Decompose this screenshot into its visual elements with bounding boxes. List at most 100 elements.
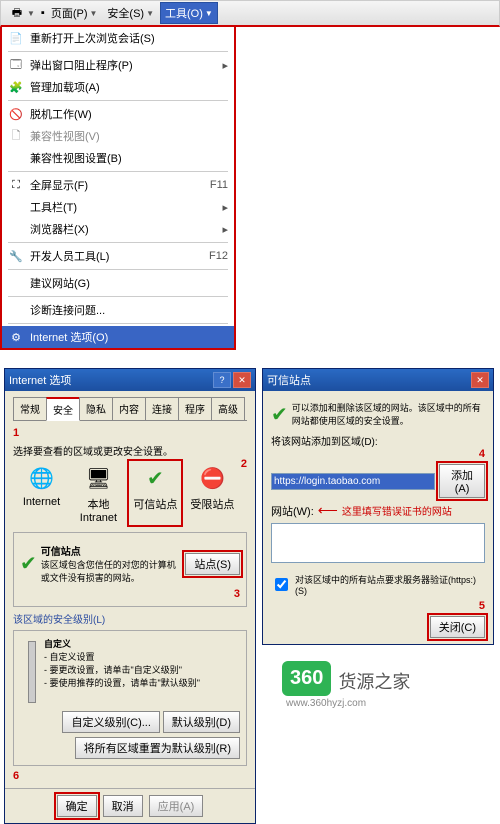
- menu-offline[interactable]: 🚫脱机工作(W): [2, 103, 234, 125]
- checkmark-icon: ✔: [139, 462, 171, 494]
- wrench-icon: 🔧: [8, 248, 24, 264]
- fullscreen-icon: ⛶: [8, 177, 24, 193]
- list-label: 网站(W):: [271, 503, 314, 519]
- annotation-3: 3: [234, 588, 240, 600]
- internet-options-dialog: Internet 选项 ? ✕ 常规 安全 隐私 内容 连接 程序 高级 1 选…: [4, 368, 256, 824]
- tab-advanced[interactable]: 高级: [211, 397, 245, 420]
- shortcut-key: F11: [210, 179, 228, 191]
- submenu-arrow-icon: ▸: [222, 201, 228, 214]
- printer-icon: 🖶: [9, 5, 25, 21]
- apply-button[interactable]: 应用(A): [149, 795, 204, 817]
- sites-button[interactable]: 站点(S): [185, 553, 240, 575]
- verify-checkbox[interactable]: [275, 578, 288, 591]
- help-button[interactable]: ?: [213, 372, 231, 388]
- menu-devtools[interactable]: 🔧开发人员工具(L)F12: [2, 245, 234, 267]
- popup-icon: 🗔: [8, 57, 24, 73]
- menu-diagnose[interactable]: 诊断连接问题...: [2, 299, 234, 321]
- menu-internet-options[interactable]: ⚙Internet 选项(O): [2, 326, 234, 348]
- reset-zones-button[interactable]: 将所有区域重置为默认级别(R): [75, 737, 240, 759]
- cancel-button[interactable]: 取消: [103, 795, 143, 817]
- arrow-icon: ⟵: [318, 502, 338, 519]
- menu-popup[interactable]: 🗔弹出窗口阻止程序(P)▸: [2, 54, 234, 76]
- verify-label: 对该区域中的所有站点要求服务器验证(https:)(S): [295, 573, 485, 596]
- ok-button[interactable]: 确定: [57, 795, 97, 817]
- separator: [8, 296, 228, 297]
- annotation-2: 2: [241, 458, 247, 470]
- menu-toolbars[interactable]: 工具栏(T)▸: [2, 196, 234, 218]
- default-level-button[interactable]: 默认级别(D): [163, 711, 240, 733]
- zone-restricted[interactable]: ⛔受限站点: [187, 462, 237, 524]
- close-button[interactable]: ✕: [471, 372, 489, 388]
- trusted-title: 可信站点: [41, 547, 81, 558]
- ie-toolbar: 🖶 ▼ ▪ 页面(P)▼ 安全(S)▼ 工具(O)▼: [0, 0, 500, 27]
- separator: [8, 323, 228, 324]
- logo-text: 货源之家: [338, 668, 410, 694]
- tools-dropdown: 📄重新打开上次浏览会话(S) 🗔弹出窗口阻止程序(P)▸ 🧩管理加载项(A) 🚫…: [0, 27, 236, 350]
- checkmark-icon: ✔: [20, 551, 37, 576]
- tab-connections[interactable]: 连接: [145, 397, 179, 420]
- menu-suggested[interactable]: 建议网站(G): [2, 272, 234, 294]
- separator: [8, 51, 228, 52]
- menu-fullscreen[interactable]: ⛶全屏显示(F)F11: [2, 174, 234, 196]
- tools-menu[interactable]: 工具(O)▼: [160, 2, 218, 24]
- separator: ▪: [41, 7, 45, 19]
- add-button[interactable]: 添加(A): [439, 464, 485, 498]
- tab-content[interactable]: 内容: [112, 397, 146, 420]
- tab-security[interactable]: 安全: [46, 397, 80, 421]
- custom-level-button[interactable]: 自定义级别(C)...: [62, 711, 159, 733]
- zone-list: 🌐Internet 🖥本地 Intranet ✔可信站点 ⛔受限站点: [13, 462, 241, 524]
- menu-addons[interactable]: 🧩管理加载项(A): [2, 76, 234, 98]
- tab-programs[interactable]: 程序: [178, 397, 212, 420]
- trusted-sites-dialog: 可信站点 ✕ ✔ 可以添加和删除该区域的网站。该区域中的所有网站都使用区域的安全…: [262, 368, 494, 645]
- checkmark-icon: ✔: [271, 402, 288, 427]
- page-menu[interactable]: 页面(P)▼: [47, 3, 102, 23]
- zone-prompt: 选择要查看的区域或更改安全设置。: [13, 443, 247, 458]
- zone-local[interactable]: 🖥本地 Intranet: [73, 462, 123, 524]
- hint-text: 这里填写错误证书的网站: [342, 503, 452, 518]
- close-trusted-button[interactable]: 关闭(C): [430, 616, 485, 638]
- trusted-desc: 可以添加和删除该区域的网站。该区域中的所有网站都使用区域的安全设置。: [292, 401, 485, 427]
- dialog-title: 可信站点: [267, 372, 311, 388]
- level-slider[interactable]: [28, 641, 36, 703]
- globe-icon: 🌐: [25, 462, 57, 494]
- annotation-1: 1: [13, 427, 19, 439]
- zone-trusted[interactable]: ✔可信站点: [130, 462, 180, 524]
- offline-icon: 🚫: [8, 106, 24, 122]
- compat-icon: 🗋: [8, 128, 24, 144]
- tab-privacy[interactable]: 隐私: [79, 397, 113, 420]
- titlebar: Internet 选项 ? ✕: [5, 369, 255, 391]
- chevron-down-icon: ▼: [27, 9, 35, 18]
- annotation-4: 4: [479, 448, 485, 460]
- safety-menu[interactable]: 安全(S)▼: [103, 3, 158, 23]
- trusted-desc: 该区域包含您信任的对您的计算机或文件没有损害的网站。: [41, 560, 176, 583]
- annotation-6: 6: [13, 770, 19, 782]
- separator: [8, 171, 228, 172]
- url-input[interactable]: [271, 473, 435, 490]
- logo-url: www.360hyzj.com: [286, 698, 494, 709]
- gear-icon: ⚙: [8, 329, 24, 345]
- menu-explorer[interactable]: 浏览器栏(X)▸: [2, 218, 234, 240]
- dialog-title: Internet 选项: [9, 372, 71, 388]
- menu-reopen[interactable]: 📄重新打开上次浏览会话(S): [2, 27, 234, 49]
- separator: [8, 100, 228, 101]
- close-button[interactable]: ✕: [233, 372, 251, 388]
- addon-icon: 🧩: [8, 79, 24, 95]
- separator: [8, 242, 228, 243]
- zone-internet[interactable]: 🌐Internet: [16, 462, 66, 524]
- logo-badge: 360: [282, 661, 331, 696]
- zone-details: ✔ 可信站点 该区域包含您信任的对您的计算机或文件没有损害的网站。 站点(S) …: [13, 532, 247, 607]
- security-level: 自定义 - 自定义设置 - 要更改设置，请单击"自定义级别" - 要使用推荐的设…: [13, 630, 247, 766]
- page-icon: 📄: [8, 30, 24, 46]
- level-label: 该区域的安全级别(L): [13, 611, 247, 626]
- sites-listbox[interactable]: [271, 523, 485, 563]
- submenu-arrow-icon: ▸: [222, 223, 228, 236]
- restricted-icon: ⛔: [196, 462, 228, 494]
- tab-strip: 常规 安全 隐私 内容 连接 程序 高级: [13, 397, 247, 421]
- print-button[interactable]: 🖶 ▼: [5, 3, 39, 23]
- menu-compat[interactable]: 🗋兼容性视图(V): [2, 125, 234, 147]
- menu-compat-settings[interactable]: 兼容性视图设置(B): [2, 147, 234, 169]
- tab-general[interactable]: 常规: [13, 397, 47, 420]
- chevron-down-icon: ▼: [146, 9, 154, 18]
- watermark: 360 货源之家 www.360hyzj.com: [262, 661, 494, 709]
- intranet-icon: 🖥: [82, 462, 114, 494]
